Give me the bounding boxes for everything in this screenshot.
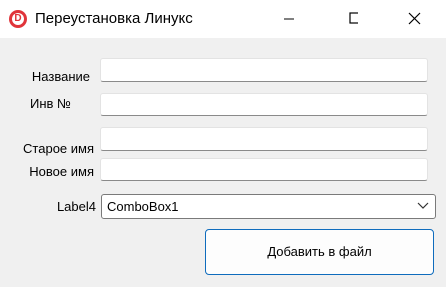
app-logo-icon: D — [9, 10, 27, 28]
inv-label: Инв № — [30, 96, 71, 111]
close-icon — [408, 12, 421, 25]
title-bar: D Переустановка Линукс — [0, 0, 446, 38]
combo-label: Label4 — [56, 199, 96, 214]
old-name-field[interactable] — [100, 127, 428, 151]
minimize-icon — [284, 18, 294, 20]
app-logo-letter: D — [14, 13, 22, 24]
inv-field[interactable] — [100, 93, 428, 116]
new-name-field[interactable] — [100, 158, 428, 181]
combobox-value: ComboBox1 — [107, 199, 179, 214]
maximize-icon — [349, 12, 358, 24]
name-label: Название — [31, 69, 90, 84]
add-to-file-button[interactable]: Добавить в файл — [205, 229, 434, 275]
window-title: Переустановка Линукс — [35, 10, 193, 27]
old-name-label: Старое имя — [23, 141, 94, 156]
combobox[interactable]: ComboBox1 — [101, 194, 436, 219]
name-field[interactable] — [100, 58, 428, 82]
chevron-down-icon — [417, 202, 429, 209]
new-name-label: Новое имя — [29, 164, 94, 179]
close-button[interactable] — [391, 0, 437, 38]
minimize-button[interactable] — [266, 0, 312, 38]
maximize-button[interactable] — [312, 0, 358, 38]
